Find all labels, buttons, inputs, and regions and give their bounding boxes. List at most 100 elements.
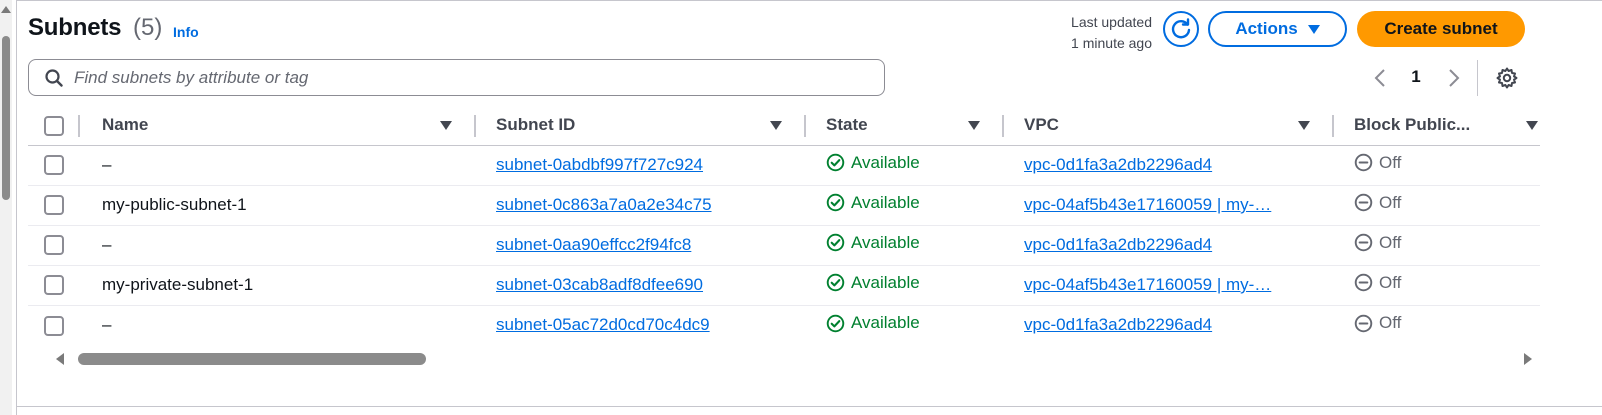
block-public-text: Off bbox=[1379, 192, 1402, 212]
vpc-link[interactable]: vpc-04af5b43e17160059 | my-… bbox=[1024, 195, 1314, 215]
check-circle-icon bbox=[826, 154, 845, 172]
actions-button[interactable]: Actions bbox=[1208, 11, 1347, 47]
block-public-text: Off bbox=[1379, 272, 1402, 292]
column-label-vpc: VPC bbox=[1024, 115, 1059, 135]
table-row[interactable]: – subnet-0abdbf997f727c924 Available vpc… bbox=[28, 145, 1540, 186]
vpc-cell: vpc-0d1fa3a2db2296ad4 bbox=[1004, 225, 1334, 266]
previous-page-button[interactable] bbox=[1370, 66, 1390, 90]
search-input[interactable]: Find subnets by attribute or tag bbox=[28, 59, 885, 96]
vpc-link[interactable]: vpc-04af5b43e17160059 | my-… bbox=[1024, 275, 1314, 295]
page-scroll-thumb[interactable] bbox=[2, 36, 10, 200]
name-cell: – bbox=[80, 145, 476, 186]
column-header-subnet-id[interactable]: Subnet ID bbox=[476, 106, 806, 146]
scroll-up-arrow[interactable] bbox=[1, 6, 11, 13]
state-cell: Available bbox=[806, 185, 1004, 226]
status-off: Off bbox=[1354, 273, 1401, 293]
minus-circle-icon bbox=[1354, 194, 1373, 212]
status-off: Off bbox=[1354, 193, 1401, 213]
block-public-cell: Off bbox=[1334, 145, 1540, 186]
table-row[interactable]: my-private-subnet-1 subnet-03cab8adf8dfe… bbox=[28, 265, 1540, 306]
column-header-state[interactable]: State bbox=[806, 106, 1004, 146]
subnet-name: – bbox=[102, 315, 112, 335]
block-public-cell: Off bbox=[1334, 305, 1540, 345]
subnets-table: Name Subnet ID State VPC Block Public...… bbox=[28, 106, 1540, 345]
next-page-button[interactable] bbox=[1444, 66, 1464, 90]
check-circle-icon bbox=[826, 274, 845, 292]
check-circle-icon bbox=[826, 234, 845, 252]
preferences-button[interactable] bbox=[1493, 64, 1521, 92]
status-available: Available bbox=[826, 153, 920, 173]
state-text: Available bbox=[851, 152, 920, 172]
table-body: – subnet-0abdbf997f727c924 Available vpc… bbox=[28, 145, 1540, 345]
state-cell: Available bbox=[806, 145, 1004, 186]
vpc-link[interactable]: vpc-0d1fa3a2db2296ad4 bbox=[1024, 315, 1314, 335]
row-checkbox[interactable] bbox=[44, 315, 64, 336]
column-label-block-public: Block Public... bbox=[1354, 115, 1471, 135]
row-checkbox[interactable] bbox=[44, 275, 64, 296]
column-label-name: Name bbox=[102, 115, 149, 135]
status-off: Off bbox=[1354, 233, 1401, 253]
current-page[interactable]: 1 bbox=[1404, 67, 1428, 87]
sort-caret-icon[interactable] bbox=[1298, 120, 1310, 130]
vpc-cell: vpc-0d1fa3a2db2296ad4 bbox=[1004, 305, 1334, 345]
refresh-button[interactable] bbox=[1163, 11, 1199, 47]
scroll-right-arrow[interactable] bbox=[1524, 353, 1532, 365]
subnet-id-cell: subnet-05ac72d0cd70c4dc9 bbox=[476, 305, 806, 345]
subnet-id-link[interactable]: subnet-03cab8adf8dfee690 bbox=[496, 275, 786, 295]
subnet-id-link[interactable]: subnet-0abdbf997f727c924 bbox=[496, 155, 786, 175]
status-available: Available bbox=[826, 233, 920, 253]
vpc-cell: vpc-04af5b43e17160059 | my-… bbox=[1004, 265, 1334, 306]
table-row[interactable]: – subnet-05ac72d0cd70c4dc9 Available vpc… bbox=[28, 305, 1540, 345]
table-row[interactable]: – subnet-0aa90effcc2f94fc8 Available vpc… bbox=[28, 225, 1540, 266]
subnet-id-cell: subnet-0aa90effcc2f94fc8 bbox=[476, 225, 806, 266]
state-text: Available bbox=[851, 192, 920, 212]
sort-caret-icon[interactable] bbox=[1526, 120, 1538, 130]
table-horizontal-scrollbar[interactable] bbox=[54, 350, 1534, 368]
minus-circle-icon bbox=[1354, 314, 1373, 332]
pager-divider bbox=[1477, 60, 1478, 96]
row-checkbox[interactable] bbox=[44, 155, 64, 176]
block-public-text: Off bbox=[1379, 313, 1402, 332]
status-off: Off bbox=[1354, 153, 1401, 173]
scroll-left-arrow[interactable] bbox=[56, 353, 64, 365]
subnet-count: (5) bbox=[133, 14, 163, 41]
row-select-cell bbox=[28, 145, 80, 186]
column-header-vpc[interactable]: VPC bbox=[1004, 106, 1334, 146]
column-label-state: State bbox=[826, 115, 868, 135]
row-checkbox[interactable] bbox=[44, 235, 64, 256]
info-link[interactable]: Info bbox=[173, 24, 199, 40]
sort-caret-icon[interactable] bbox=[770, 120, 782, 130]
block-public-text: Off bbox=[1379, 232, 1402, 252]
vpc-link[interactable]: vpc-0d1fa3a2db2296ad4 bbox=[1024, 155, 1314, 175]
subnet-id-link[interactable]: subnet-0aa90effcc2f94fc8 bbox=[496, 235, 786, 255]
state-text: Available bbox=[851, 272, 920, 292]
block-public-cell: Off bbox=[1334, 185, 1540, 226]
table-row[interactable]: my-public-subnet-1 subnet-0c863a7a0a2e34… bbox=[28, 185, 1540, 226]
subnet-id-link[interactable]: subnet-05ac72d0cd70c4dc9 bbox=[496, 315, 786, 335]
chevron-right-icon bbox=[1449, 69, 1460, 87]
vpc-link[interactable]: vpc-0d1fa3a2db2296ad4 bbox=[1024, 235, 1314, 255]
column-header-name[interactable]: Name bbox=[80, 106, 476, 146]
create-subnet-button[interactable]: Create subnet bbox=[1357, 11, 1525, 47]
row-select-cell bbox=[28, 185, 80, 226]
status-off: Off bbox=[1354, 313, 1401, 333]
horizontal-scroll-thumb[interactable] bbox=[78, 353, 426, 365]
refresh-icon bbox=[1171, 18, 1191, 39]
page-scrollbar[interactable] bbox=[0, 0, 12, 415]
state-cell: Available bbox=[806, 305, 1004, 345]
sort-caret-icon[interactable] bbox=[440, 120, 452, 130]
row-select-cell bbox=[28, 305, 80, 345]
check-circle-icon bbox=[826, 314, 845, 332]
name-cell: my-private-subnet-1 bbox=[80, 265, 476, 306]
select-all-checkbox[interactable] bbox=[44, 115, 64, 136]
select-all-header bbox=[28, 106, 80, 146]
gear-icon bbox=[1496, 67, 1518, 89]
name-cell: – bbox=[80, 305, 476, 345]
page-title: Subnets bbox=[28, 14, 122, 41]
sort-caret-icon[interactable] bbox=[968, 120, 980, 130]
subnet-id-link[interactable]: subnet-0c863a7a0a2e34c75 bbox=[496, 195, 786, 215]
last-updated: Last updated 1 minute ago bbox=[1030, 12, 1152, 54]
row-checkbox[interactable] bbox=[44, 195, 64, 216]
column-header-block-public[interactable]: Block Public... bbox=[1334, 106, 1540, 146]
subnet-name: – bbox=[102, 235, 112, 254]
